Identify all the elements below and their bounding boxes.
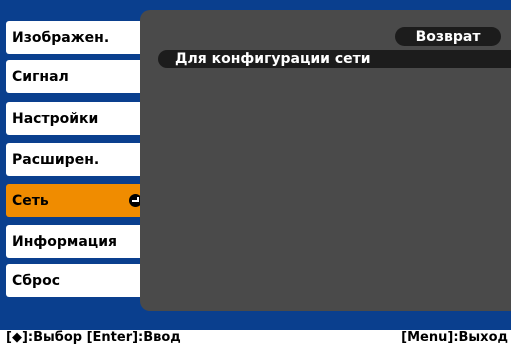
menu-item-label: Информация xyxy=(12,233,117,250)
menu-item-label: Изображен. xyxy=(12,29,110,46)
projector-menu-screen: Изображен. Сигнал Настройки Расширен. Се… xyxy=(0,0,511,322)
menu-item-label: Сброс xyxy=(12,272,60,289)
menu-item-settings[interactable]: Настройки xyxy=(6,102,148,135)
menu-item-label: Настройки xyxy=(12,110,99,127)
menu-item-network[interactable]: Сеть xyxy=(6,184,148,217)
menu-item-reset[interactable]: Сброс xyxy=(6,264,148,297)
menu-item-label: Сигнал xyxy=(12,68,69,85)
menu-item-signal[interactable]: Сигнал xyxy=(6,60,148,93)
back-button-label: Возврат xyxy=(415,28,481,45)
network-config-item[interactable]: Для конфигурации сети xyxy=(158,50,511,68)
exit-hint: [Menu]:Выход xyxy=(401,330,508,345)
menu-item-extended[interactable]: Расширен. xyxy=(6,143,148,176)
key-hints-bar: [◆]:Выбор [Enter]:Ввод [Menu]:Выход xyxy=(0,330,511,348)
menu-item-image[interactable]: Изображен. xyxy=(6,21,148,54)
back-button[interactable]: Возврат xyxy=(395,27,501,46)
select-enter-hint: [◆]:Выбор [Enter]:Ввод xyxy=(6,330,181,345)
menu-item-info[interactable]: Информация xyxy=(6,225,148,258)
network-config-label: Для конфигурации сети xyxy=(175,51,371,67)
submenu-panel: Возврат Для конфигурации сети xyxy=(140,10,511,311)
menu-item-label: Расширен. xyxy=(12,151,100,168)
menu-item-label: Сеть xyxy=(12,192,49,209)
